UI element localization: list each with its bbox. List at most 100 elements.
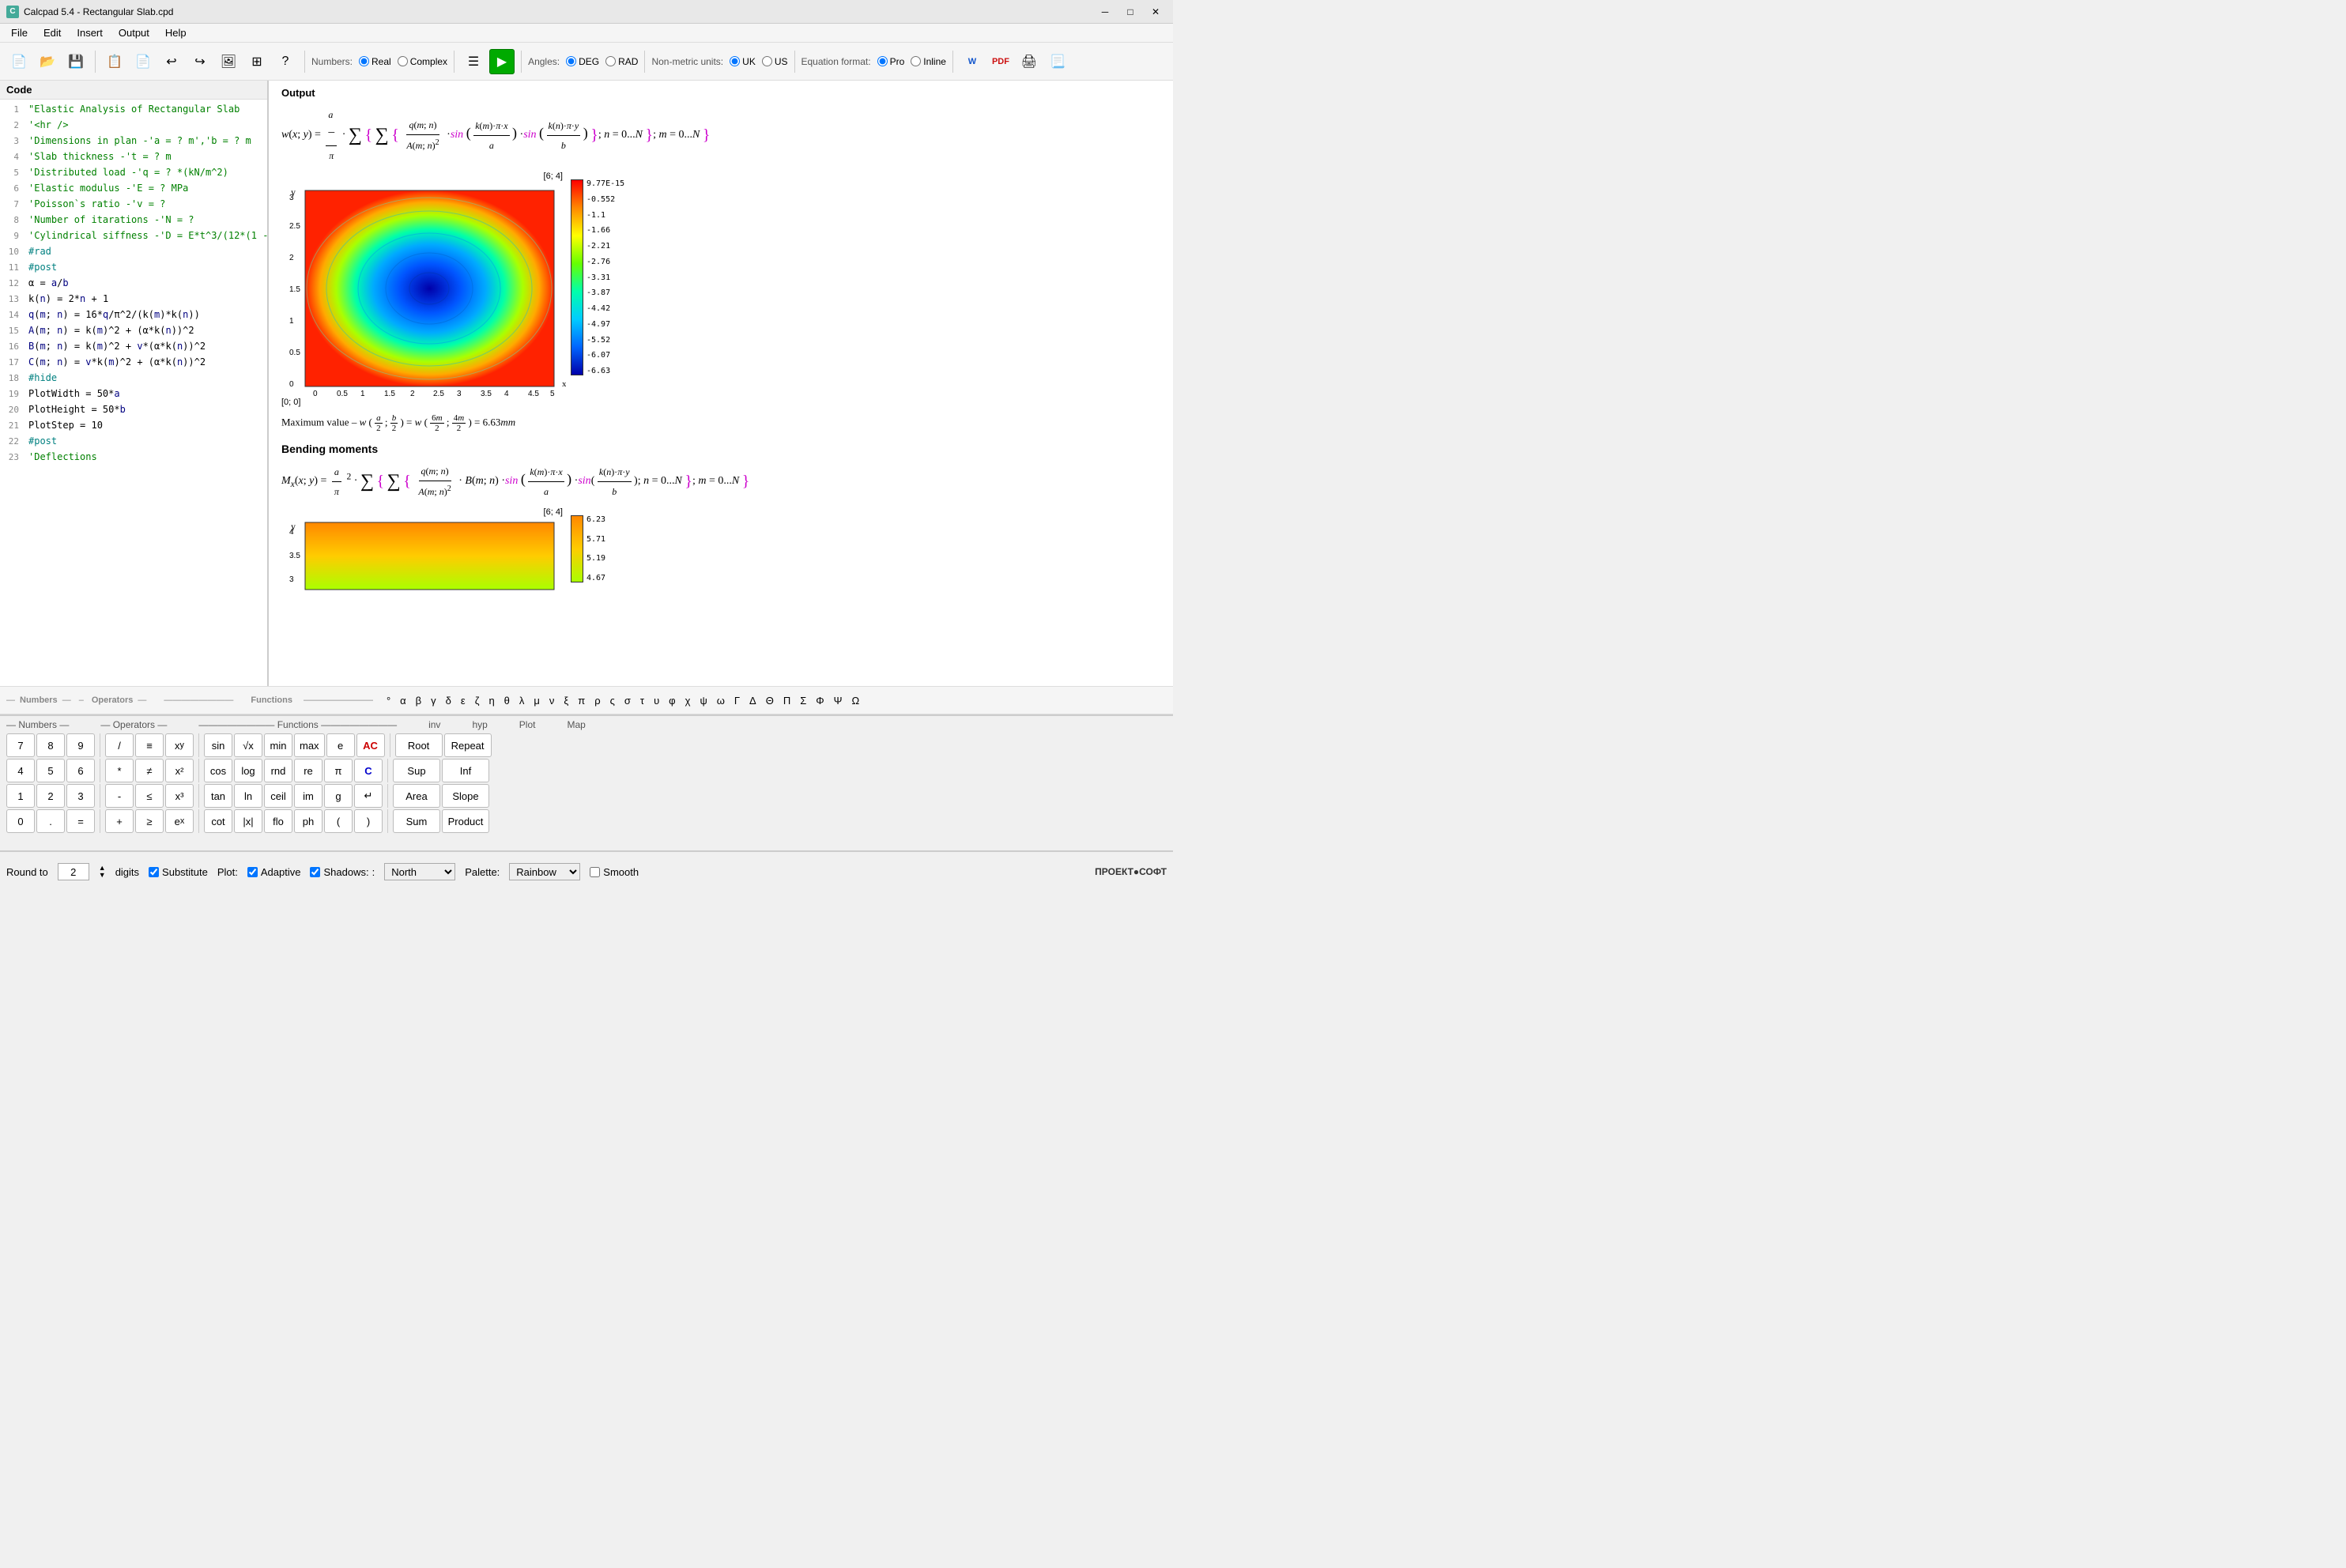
sym-chi[interactable]: χ	[683, 695, 693, 707]
smooth-checkbox[interactable]: Smooth	[590, 866, 639, 878]
key-log[interactable]: log	[234, 759, 262, 782]
key-Root[interactable]: Root	[395, 733, 443, 757]
export-docx[interactable]: W	[960, 49, 985, 74]
key-ph[interactable]: ph	[294, 809, 322, 833]
key-mul[interactable]: *	[105, 759, 134, 782]
deg-radio[interactable]: DEG	[566, 56, 599, 67]
key-Inf[interactable]: Inf	[442, 759, 489, 782]
sym-eta[interactable]: η	[486, 695, 496, 707]
eqformat-group[interactable]: Pro Inline	[877, 56, 946, 67]
shadows-checkbox[interactable]: Shadows::	[310, 866, 375, 878]
image-button[interactable]: 🖼	[216, 49, 241, 74]
sym-pi[interactable]: π	[575, 695, 587, 707]
key-plus[interactable]: +	[105, 809, 134, 833]
bending-moment-plot[interactable]: y 3 3.5 4	[281, 518, 566, 597]
undo-button[interactable]: ↩	[159, 49, 184, 74]
sym-Omega[interactable]: Ω	[850, 695, 862, 707]
key-enter[interactable]: ↵	[354, 784, 383, 808]
sym-delta[interactable]: δ	[443, 695, 454, 707]
key-7[interactable]: 7	[6, 733, 35, 757]
key-flo[interactable]: flo	[264, 809, 292, 833]
open-button[interactable]: 📂	[35, 49, 60, 74]
sym-Theta[interactable]: Θ	[764, 695, 776, 707]
key-re[interactable]: re	[294, 759, 322, 782]
key-eq[interactable]: =	[66, 809, 95, 833]
key-3[interactable]: 3	[66, 784, 95, 808]
sym-sigma[interactable]: σ	[622, 695, 633, 707]
sym-nu[interactable]: ν	[547, 695, 557, 707]
key-neq[interactable]: ≠	[135, 759, 164, 782]
table-button[interactable]: ⊞	[244, 49, 270, 74]
sym-alpha[interactable]: α	[398, 695, 409, 707]
key-ln[interactable]: ln	[234, 784, 262, 808]
sym-psi[interactable]: ψ	[697, 695, 709, 707]
key-9[interactable]: 9	[66, 733, 95, 757]
key-sq[interactable]: x²	[165, 759, 194, 782]
inline-radio[interactable]: Inline	[911, 56, 946, 67]
key-rnd[interactable]: rnd	[264, 759, 292, 782]
sym-tau[interactable]: τ	[638, 695, 647, 707]
output-panel[interactable]: Output w(x; y) = a─ π · ∑ { ∑ { q(m; n) …	[269, 81, 1173, 686]
menu-file[interactable]: File	[3, 25, 36, 40]
menu-insert[interactable]: Insert	[69, 25, 111, 40]
key-exp[interactable]: ex	[165, 809, 194, 833]
sym-theta[interactable]: θ	[502, 695, 512, 707]
sym-rho[interactable]: ρ	[592, 695, 602, 707]
complex-radio[interactable]: Complex	[398, 56, 447, 67]
export-pdf[interactable]: PDF	[988, 49, 1013, 74]
code-area[interactable]: 1"Elastic Analysis of Rectangular Slab2'…	[0, 100, 267, 686]
sym-deg[interactable]: °	[384, 695, 393, 707]
key-Sum[interactable]: Sum	[393, 809, 440, 833]
round-stepper[interactable]: ▲ ▼	[99, 865, 106, 879]
sym-Sigma[interactable]: Σ	[798, 695, 809, 707]
key-div[interactable]: /	[105, 733, 134, 757]
sym-Phi[interactable]: Φ	[813, 695, 826, 707]
help-button[interactable]: ?	[273, 49, 298, 74]
key-6[interactable]: 6	[66, 759, 95, 782]
adaptive-checkbox[interactable]: Adaptive	[247, 866, 301, 878]
sym-phi[interactable]: φ	[666, 695, 677, 707]
sym-varsigma[interactable]: ς	[608, 695, 617, 707]
plot-label[interactable]: Plot	[519, 719, 536, 730]
map-label[interactable]: Map	[567, 719, 585, 730]
key-1[interactable]: 1	[6, 784, 35, 808]
key-max[interactable]: max	[294, 733, 325, 757]
menu-help[interactable]: Help	[157, 25, 194, 40]
sym-Delta[interactable]: Δ	[747, 695, 759, 707]
redo-button[interactable]: ↪	[187, 49, 213, 74]
sym-lambda[interactable]: λ	[517, 695, 527, 707]
key-equiv[interactable]: ≡	[135, 733, 164, 757]
key-im[interactable]: im	[294, 784, 322, 808]
shadows-select[interactable]: North South East West None	[384, 863, 455, 880]
key-8[interactable]: 8	[36, 733, 65, 757]
numbers-group[interactable]: Real Complex	[359, 56, 447, 67]
menu-edit[interactable]: Edit	[36, 25, 69, 40]
sym-Psi[interactable]: Ψ	[832, 695, 845, 707]
palette-select[interactable]: Rainbow Grayscale Terrain Blues	[509, 863, 580, 880]
key-minus[interactable]: -	[105, 784, 134, 808]
key-rparen[interactable]: )	[354, 809, 383, 833]
nonmetric-group[interactable]: UK US	[730, 56, 787, 67]
sym-Gamma[interactable]: Γ	[732, 695, 742, 707]
key-e[interactable]: e	[326, 733, 355, 757]
real-radio[interactable]: Real	[359, 56, 391, 67]
key-C[interactable]: C	[354, 759, 383, 782]
key-Slope[interactable]: Slope	[442, 784, 489, 808]
us-radio[interactable]: US	[762, 56, 788, 67]
key-pi[interactable]: π	[324, 759, 353, 782]
key-ceil[interactable]: ceil	[264, 784, 292, 808]
key-Product[interactable]: Product	[442, 809, 489, 833]
copy-button[interactable]: 📋	[102, 49, 127, 74]
key-0[interactable]: 0	[6, 809, 35, 833]
inv-label[interactable]: inv	[428, 719, 440, 730]
key-5[interactable]: 5	[36, 759, 65, 782]
sym-upsilon[interactable]: υ	[651, 695, 662, 707]
new-button[interactable]: 📄	[6, 49, 32, 74]
sym-mu[interactable]: μ	[531, 695, 542, 707]
pro-radio[interactable]: Pro	[877, 56, 905, 67]
titlebar-controls[interactable]: ─ □ ✕	[1094, 4, 1167, 20]
maximize-button[interactable]: □	[1119, 4, 1141, 20]
key-tan[interactable]: tan	[204, 784, 232, 808]
key-Sup[interactable]: Sup	[393, 759, 440, 782]
key-cos[interactable]: cos	[204, 759, 232, 782]
